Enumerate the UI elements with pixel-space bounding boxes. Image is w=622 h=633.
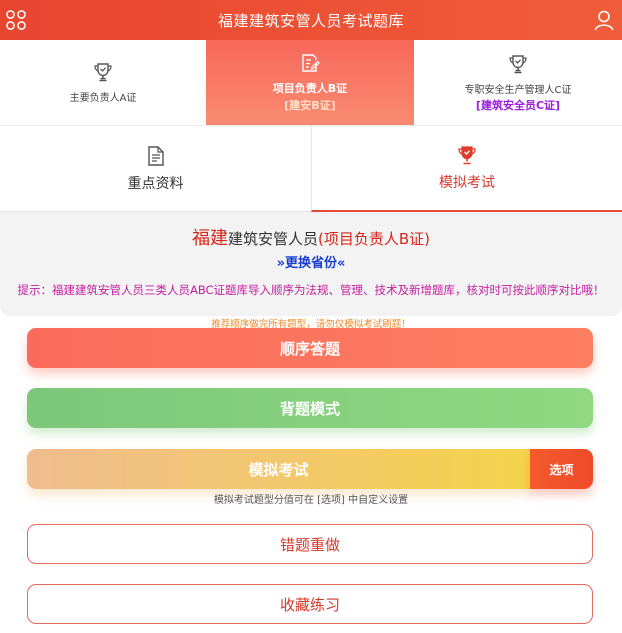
- bank-title: 福建建筑安管人员(项目负责人B证): [0, 224, 622, 250]
- favorites-practice-button[interactable]: 收藏练习: [27, 584, 593, 624]
- sequential-practice-button[interactable]: 顺序答题: [27, 328, 593, 368]
- tab-materials[interactable]: 重点资料: [0, 126, 311, 212]
- app-page: 福建建筑安管人员考试题库 主要负责人A证 项目负责人B证 [建安B证] 专职安全…: [0, 0, 622, 633]
- cert-c-sub: [建筑安全员C证]: [475, 98, 561, 112]
- cert-b-label: 项目负责人B证: [272, 82, 348, 95]
- tab-cert-a[interactable]: 主要负责人A证: [0, 40, 206, 125]
- trophy-icon: [94, 63, 112, 82]
- exam-options-button[interactable]: 选项: [530, 449, 593, 489]
- exam-note: 模拟考试题型分值可在 [选项] 中自定义设置: [213, 495, 409, 506]
- tab-cert-b[interactable]: 项目负责人B证 [建安B证]: [206, 40, 414, 125]
- materials-label: 重点资料: [127, 175, 184, 192]
- wrong-questions-button[interactable]: 错题重做: [27, 524, 593, 564]
- menu-icon[interactable]: [5, 9, 27, 31]
- user-icon[interactable]: [593, 9, 615, 31]
- trophy-icon: [458, 146, 476, 165]
- app-header: 福建建筑安管人员考试题库: [0, 0, 622, 40]
- cert-name: (项目负责人B证): [318, 230, 430, 248]
- info-panel: 福建建筑安管人员(项目负责人B证) »更换省份« 提示：福建建筑安管人员三类人员…: [0, 212, 622, 316]
- province-name: 福建: [191, 228, 228, 249]
- cert-b-sub: [建安B证]: [284, 99, 336, 112]
- trophy-icon: [509, 54, 527, 73]
- change-province-link[interactable]: »更换省份«: [0, 252, 622, 271]
- tab-cert-c[interactable]: 专职安全生产管理人C证 [建筑安全员C证]: [414, 40, 622, 125]
- cert-a-label: 主要负责人A证: [69, 93, 137, 104]
- recite-mode-button[interactable]: 背题模式: [27, 388, 593, 428]
- mock-exam-button[interactable]: 模拟考试: [27, 449, 530, 489]
- section-tabs: 重点资料 模拟考试: [0, 126, 622, 212]
- cert-c-label: 专职安全生产管理人C证: [464, 84, 572, 96]
- certificate-tabs: 主要负责人A证 项目负责人B证 [建安B证] 专职安全生产管理人C证 [建筑安全…: [0, 40, 622, 126]
- document-icon: [147, 145, 164, 166]
- tab-mock-exam[interactable]: 模拟考试: [311, 126, 622, 212]
- edit-document-icon: [302, 54, 320, 72]
- app-title: 福建建筑安管人员考试题库: [217, 11, 404, 30]
- mock-exam-label: 模拟考试: [439, 175, 495, 191]
- tip-text: 提示：福建建筑安管人员三类人员ABC证题库导入顺序为法规、管理、技术及新增题库，…: [17, 283, 605, 297]
- category-name: 建筑安管人员: [227, 230, 318, 248]
